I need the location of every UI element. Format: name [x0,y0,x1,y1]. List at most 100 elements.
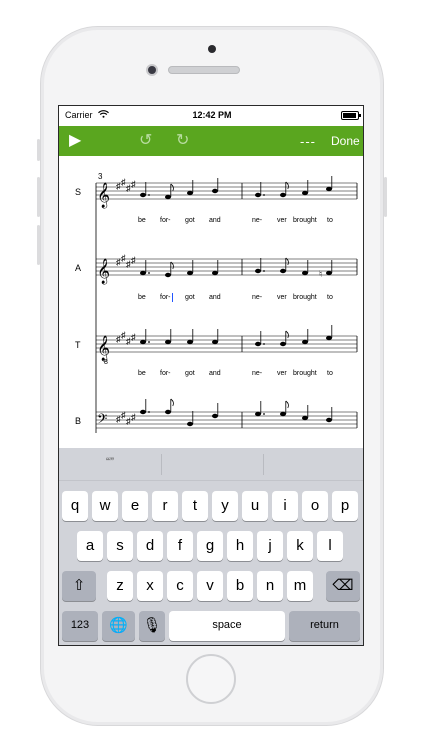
lyric-syllable[interactable]: ne- [252,370,262,377]
key-x[interactable]: x [137,571,163,601]
lyric-syllable[interactable]: be [138,294,146,301]
suggestion-item-empty[interactable] [161,448,263,481]
lyric-syllable[interactable]: ver [277,370,287,377]
key-p[interactable]: p [332,491,358,521]
volume-up-button [37,177,40,217]
key-l[interactable]: l [317,531,343,561]
earpiece-speaker [168,66,240,74]
score-notation: 𝄞 ♯ ♯ ♯ ♯ 𝄞 ♯ ♯ ♯ ♯ ♮ 𝄞 8 ♯ ♯ ♯ ♯ 𝄢 ♯ ♯ … [95,176,358,433]
globe-icon[interactable]: 🌐 [102,611,135,641]
key-o[interactable]: o [302,491,328,521]
lyric-syllable[interactable]: brought [293,370,317,377]
lyric-syllable[interactable]: for- [160,217,171,224]
lyric-syllable[interactable]: brought [293,294,317,301]
editor-toolbar: ▶ ↺ ↻ --- Done [59,126,363,156]
key-g[interactable]: g [197,531,223,561]
proximity-sensor [146,64,158,76]
lyric-syllable[interactable]: and [209,217,221,224]
staff-tenor: 𝄞 8 ♯ ♯ ♯ ♯ [96,325,358,366]
key-r[interactable]: r [152,491,178,521]
key-b[interactable]: b [227,571,253,601]
lyric-syllable[interactable]: and [209,370,221,377]
lyric-syllable[interactable]: got [185,217,195,224]
battery-icon [341,111,361,120]
lyric-syllable[interactable]: got [185,370,195,377]
svg-text:8: 8 [104,359,108,366]
key-h[interactable]: h [227,531,253,561]
mute-switch [37,139,40,161]
svg-text:♯: ♯ [131,412,136,422]
lyric-syllable[interactable]: to [327,217,333,224]
key-t[interactable]: t [182,491,208,521]
key-d[interactable]: d [137,531,163,561]
key-n[interactable]: n [257,571,283,601]
lyric-syllable[interactable]: ver [277,294,287,301]
clock: 12:42 PM [192,110,232,120]
key-v[interactable]: v [197,571,223,601]
play-icon[interactable]: ▶ [69,132,81,150]
suggestion-bar: “” [59,448,363,481]
home-button[interactable] [186,654,236,704]
key-c[interactable]: c [167,571,193,601]
key-u[interactable]: u [242,491,268,521]
svg-text:𝄢: 𝄢 [97,411,107,430]
svg-text:♯: ♯ [131,255,136,265]
lyric-syllable[interactable]: got [185,294,195,301]
shift-icon[interactable]: ⇧ [62,571,96,601]
key-f[interactable]: f [167,531,193,561]
staff-label-tenor: T [75,340,81,350]
app-screen: Carrier 12:42 PM ▶ ↺ ↻ --- Done 3 𝄞 ♯ ♯ … [58,105,364,646]
key-y[interactable]: y [212,491,238,521]
staff-label-alto: A [75,263,82,273]
microphone-icon[interactable]: 🎙 [139,611,165,641]
lyric-syllable[interactable]: be [138,370,146,377]
staff-soprano: 𝄞 ♯ ♯ ♯ ♯ [96,176,358,208]
status-dashes: --- [300,134,316,149]
key-m[interactable]: m [287,571,313,601]
lyric-syllable-active[interactable]: for- [160,294,171,301]
power-button [384,177,387,217]
lyric-syllable[interactable]: ne- [252,217,262,224]
space-key[interactable]: space [169,611,285,641]
undo-icon[interactable]: ↺ [139,132,157,150]
lyric-syllable[interactable]: brought [293,217,317,224]
svg-text:𝄞: 𝄞 [97,258,110,284]
volume-down-button [37,225,40,265]
key-i[interactable]: i [272,491,298,521]
svg-text:♯: ♯ [131,179,136,189]
suggestion-item-empty[interactable] [263,448,363,481]
redo-icon[interactable]: ↻ [176,132,194,150]
svg-text:𝄞: 𝄞 [97,335,110,361]
score-view[interactable]: 3 𝄞 ♯ ♯ ♯ ♯ 𝄞 ♯ ♯ ♯ ♯ ♮ 𝄞 8 ♯ ♯ ♯ ♯ 𝄢 ♯ … [59,156,363,448]
lyric-syllable[interactable]: ne- [252,294,262,301]
return-key[interactable]: return [289,611,360,641]
lyric-syllable[interactable]: to [327,294,333,301]
lyric-syllable[interactable]: be [138,217,146,224]
key-a[interactable]: a [77,531,103,561]
numbers-key[interactable]: 123 [62,611,98,641]
key-w[interactable]: w [92,491,118,521]
svg-text:♮: ♮ [319,269,322,279]
staff-alto: 𝄞 ♯ ♯ ♯ ♯ ♮ [96,253,358,284]
lyric-syllable[interactable]: and [209,294,221,301]
svg-text:♯: ♯ [131,332,136,342]
key-e[interactable]: e [122,491,148,521]
done-button[interactable]: Done [331,134,360,148]
lyric-syllable[interactable]: ver [277,217,287,224]
key-z[interactable]: z [107,571,133,601]
svg-text:𝄞: 𝄞 [97,182,110,208]
text-cursor [172,293,173,302]
front-camera [208,45,216,53]
staff-label-bass: B [75,416,82,426]
status-bar: Carrier 12:42 PM [59,106,363,126]
staff-label-soprano: S [75,187,82,197]
delete-icon[interactable]: ⌫ [326,571,360,601]
key-k[interactable]: k [287,531,313,561]
lyric-syllable[interactable]: for- [160,370,171,377]
key-j[interactable]: j [257,531,283,561]
key-s[interactable]: s [107,531,133,561]
key-q[interactable]: q [62,491,88,521]
onscreen-keyboard: “” q w e r t y u i o p a s d f g h j k l… [59,448,363,645]
lyric-syllable[interactable]: to [327,370,333,377]
suggestion-item[interactable]: “” [59,448,161,481]
